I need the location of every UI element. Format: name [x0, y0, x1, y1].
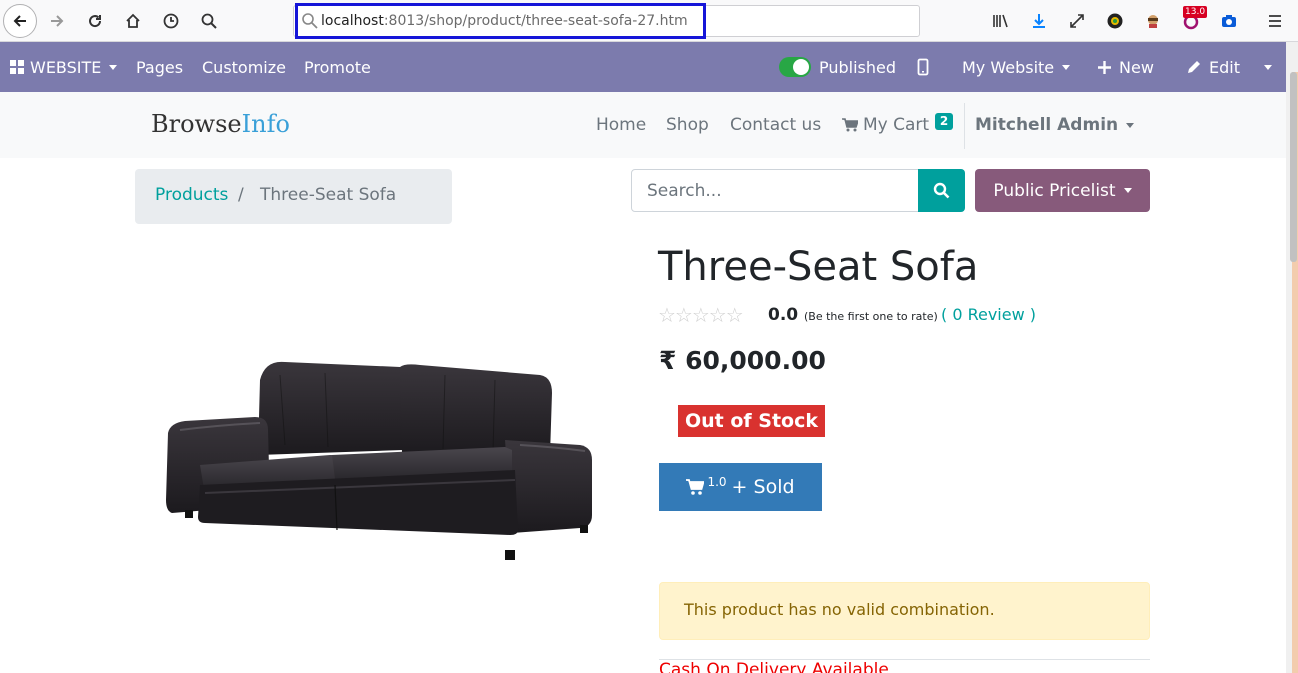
website-menu[interactable]: WEBSITE	[10, 42, 118, 92]
pricelist-label: Public Pricelist	[993, 180, 1116, 201]
apps-grid-icon	[10, 59, 24, 74]
edit-label: Edit	[1209, 57, 1240, 77]
cart-icon	[686, 479, 705, 495]
caret-down-icon	[1062, 64, 1071, 70]
rating-note: (Be the first one to rate)	[804, 310, 938, 323]
sold-button[interactable]: 1.0 + Sold	[659, 463, 822, 511]
toggle-switch-icon	[779, 57, 811, 77]
edit-dropdown-toggle[interactable]	[1264, 42, 1272, 92]
caret-down-icon	[1126, 122, 1135, 128]
product-price: ₹ 60,000.00	[659, 346, 826, 375]
reload-icon	[89, 15, 102, 28]
download-icon[interactable]	[1028, 10, 1050, 32]
search-button[interactable]	[193, 5, 225, 37]
published-label: Published	[819, 57, 897, 77]
promote-menu[interactable]: Promote	[304, 42, 371, 92]
nav-divider	[964, 103, 965, 149]
new-button[interactable]: New	[1098, 42, 1154, 92]
clock-icon	[163, 13, 179, 29]
search-submit-button[interactable]	[918, 169, 965, 212]
nav-home[interactable]: Home	[596, 115, 646, 135]
caret-down-icon	[1264, 64, 1272, 70]
nav-contact[interactable]: Contact us	[730, 115, 821, 135]
breadcrumb-products-link[interactable]: Products	[155, 185, 228, 205]
cod-notice: Cash On Delivery Available	[659, 660, 889, 673]
sold-label: + Sold	[731, 476, 795, 498]
nav-cart[interactable]: My Cart	[842, 115, 929, 135]
pages-menu[interactable]: Pages	[136, 42, 183, 92]
forward-button[interactable]	[41, 5, 73, 37]
history-button[interactable]	[155, 5, 187, 37]
cart-icon	[842, 118, 858, 132]
review-link[interactable]: ( 0 Review )	[941, 305, 1036, 324]
rating-value: 0.0	[768, 305, 799, 325]
site-logo[interactable]: BrowseInfo	[151, 110, 290, 138]
product-image	[160, 345, 600, 570]
product-title: Three-Seat Sofa	[658, 244, 979, 290]
search-icon	[933, 182, 950, 199]
color-picker-icon[interactable]	[1104, 10, 1126, 32]
stock-status-badge: Out of Stock	[678, 405, 825, 437]
library-icon[interactable]	[990, 10, 1012, 32]
customize-menu[interactable]: Customize	[202, 42, 286, 92]
scrollbar-thumb[interactable]	[1290, 72, 1297, 262]
user-menu[interactable]: Mitchell Admin	[975, 115, 1135, 135]
extension-icon[interactable]	[1142, 10, 1164, 32]
menu-icon[interactable]	[1264, 10, 1286, 32]
forward-arrow-icon	[51, 15, 64, 27]
mobile-icon	[917, 58, 929, 76]
mobile-preview-button[interactable]	[917, 42, 929, 92]
home-icon	[126, 13, 140, 28]
url-text[interactable]: localhost:8013/shop/product/three-seat-s…	[321, 13, 688, 29]
url-search-icon	[300, 11, 320, 31]
back-button[interactable]	[3, 4, 37, 38]
reload-button[interactable]	[79, 5, 111, 37]
breadcrumb-current: Three-Seat Sofa	[260, 185, 397, 205]
plus-icon	[1098, 60, 1111, 74]
rating-stars-icon[interactable]: ☆☆☆☆☆	[658, 303, 744, 327]
pricelist-dropdown[interactable]: Public Pricelist	[975, 169, 1150, 212]
cart-count-badge: 2	[935, 113, 953, 130]
edit-button[interactable]: Edit	[1187, 42, 1240, 92]
screenshot-icon[interactable]	[1218, 10, 1240, 32]
caret-down-icon	[109, 64, 118, 70]
search-input[interactable]	[631, 169, 919, 212]
extension-badge: 13.0	[1183, 6, 1208, 18]
new-label: New	[1119, 57, 1154, 77]
home-button[interactable]	[117, 5, 149, 37]
website-label: WEBSITE	[30, 57, 102, 77]
nav-shop[interactable]: Shop	[666, 115, 709, 135]
cart-label: My Cart	[863, 115, 930, 135]
breadcrumb-separator: /	[238, 185, 244, 205]
sold-quantity: 1.0	[707, 475, 727, 489]
my-website-menu[interactable]: My Website	[962, 42, 1071, 92]
my-website-label: My Website	[962, 57, 1055, 77]
combination-alert: This product has no valid combination.	[659, 582, 1150, 640]
pencil-icon	[1188, 61, 1200, 73]
fullscreen-icon[interactable]	[1066, 10, 1088, 32]
caret-down-icon	[1123, 188, 1132, 193]
search-icon	[201, 13, 217, 29]
published-toggle[interactable]: Published	[779, 42, 896, 92]
back-arrow-icon	[13, 15, 26, 27]
